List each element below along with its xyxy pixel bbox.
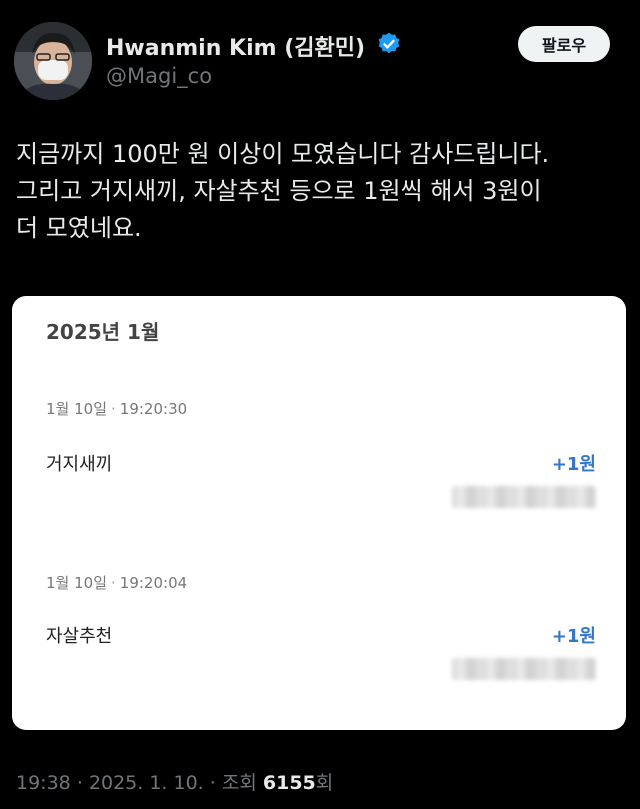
meta-separator: ·: [111, 574, 116, 592]
tweet-text-line: 지금까지 100만 원 이상이 모였습니다 감사드립니다.: [16, 140, 550, 168]
follow-button[interactable]: 팔로우: [518, 26, 610, 62]
views-count: 6155: [262, 772, 316, 794]
meta-separator: ·: [111, 400, 116, 418]
transaction-date: 1월 10일: [46, 400, 107, 418]
views-suffix: 회: [315, 772, 334, 794]
tweet-header: Hwanmin Kim (김환민) @Magi_co 팔로우: [0, 0, 640, 110]
blurred-sender-info: [452, 486, 596, 508]
footer-separator: ·: [76, 772, 83, 794]
post-time[interactable]: 19:38: [16, 772, 71, 794]
card-month-heading: 2025년 1월: [46, 320, 160, 344]
avatar[interactable]: [14, 22, 92, 100]
tweet-text-line: 더 모였네요.: [16, 214, 142, 242]
transaction-meta: 1월 10일 · 19:20:04: [46, 572, 187, 593]
transaction-time: 19:20:04: [119, 574, 188, 592]
transaction-name: 거지새끼: [46, 454, 113, 475]
transaction-name: 자살추천: [46, 626, 113, 647]
blurred-sender-info: [452, 658, 596, 680]
transaction-amount: +1원: [551, 454, 596, 475]
transaction-meta: 1월 10일 · 19:20:30: [46, 398, 187, 419]
transaction-amount: +1원: [551, 626, 596, 647]
attached-image-card[interactable]: 2025년 1월 1월 10일 · 19:20:30 거지새끼 +1원 1월 10일…: [12, 296, 626, 730]
avatar-image: [14, 22, 92, 100]
views-label: 조회: [221, 772, 257, 794]
tweet-footer: 19:38 · 2025. 1. 10. · 조회 6155회: [16, 768, 333, 795]
post-date[interactable]: 2025. 1. 10.: [89, 772, 204, 794]
footer-separator: ·: [209, 772, 216, 794]
author-display-name[interactable]: Hwanmin Kim (김환민): [106, 30, 365, 62]
verified-badge-icon: [378, 32, 400, 54]
transaction-date: 1월 10일: [46, 574, 107, 592]
author-handle[interactable]: @Magi_co: [106, 64, 212, 88]
transaction-time: 19:20:30: [119, 400, 188, 418]
tweet-text-line: 그리고 거지새끼, 자살추천 등으로 1원씩 해서 3원이: [16, 177, 542, 205]
tweet-text: 지금까지 100만 원 이상이 모였습니다 감사드립니다. 그리고 거지새끼, …: [16, 136, 624, 247]
